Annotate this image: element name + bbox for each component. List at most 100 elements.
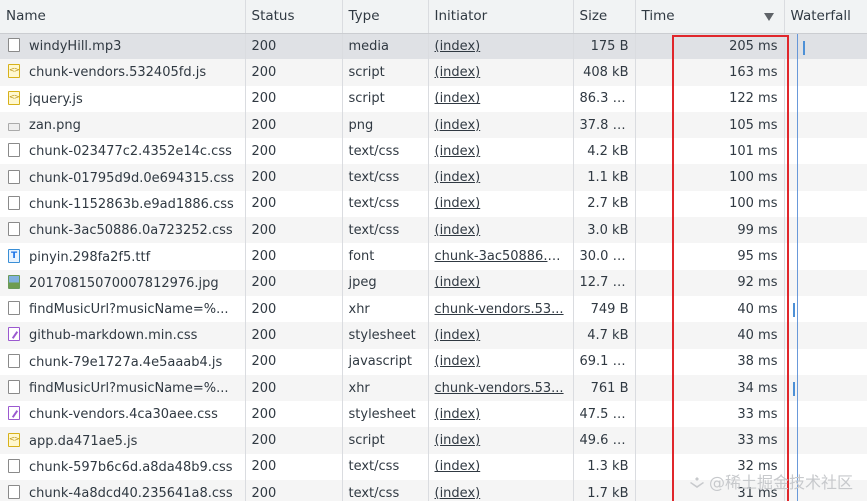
initiator-link[interactable]: (index) [435,65,481,80]
cell-waterfall [784,243,867,270]
table-row[interactable]: app.da471ae5.js 200 script (index) 49.6 … [0,427,867,454]
cell-name[interactable]: jquery.js [0,85,246,112]
request-name: chunk-vendors.532405fd.js [29,65,207,81]
initiator-link[interactable]: (index) [435,459,481,474]
cell-initiator: (index) [428,217,574,244]
cell-waterfall [784,164,867,191]
document-icon [8,38,20,53]
waterfall-grid-line [796,138,798,165]
table-row[interactable]: 20170815070007812976.jpg 200 jpeg (index… [0,269,867,296]
table-row[interactable]: chunk-vendors.532405fd.js 200 script (in… [0,59,867,86]
cell-time: 122 ms [635,85,785,112]
table-row[interactable]: chunk-01795d9d.0e694315.css 200 text/css… [0,164,867,191]
cell-name[interactable]: chunk-01795d9d.0e694315.css [0,164,246,191]
cell-name[interactable]: chunk-vendors.532405fd.js [0,59,246,86]
cell-status: 200 [245,59,343,86]
initiator-link[interactable]: (index) [435,275,481,290]
waterfall-grid-line [796,322,798,349]
cell-status: 200 [245,453,343,481]
cell-type: jpeg [342,269,429,296]
request-name: windyHill.mp3 [29,39,122,55]
table-row[interactable]: windyHill.mp3 200 media (index) 175 B 20… [0,33,867,60]
table-row[interactable]: jquery.js 200 script (index) 86.3 kB 122… [0,85,867,112]
initiator-link[interactable]: (index) [435,223,481,238]
initiator-link[interactable]: chunk-3ac50886.0... [435,249,569,264]
initiator-link[interactable]: (index) [435,39,481,54]
cell-time: 31 ms [635,480,785,501]
cell-time: 32 ms [635,453,785,481]
cell-size: 86.3 kB [573,85,636,112]
request-name: chunk-3ac50886.0a723252.css [29,223,233,239]
cell-status: 200 [245,427,343,454]
cell-status: 200 [245,138,343,165]
cell-name[interactable]: chunk-023477c2.4352e14c.css [0,138,246,165]
waterfall-bar [786,171,789,186]
column-header-initiator[interactable]: Initiator [428,0,574,34]
column-header-name[interactable]: Name [0,0,246,34]
cell-type: text/css [342,217,429,244]
initiator-link[interactable]: (index) [435,170,481,185]
cell-status: 200 [245,164,343,191]
document-icon [8,485,20,500]
table-row[interactable]: pinyin.298fa2f5.ttf 200 font chunk-3ac50… [0,243,867,270]
table-row[interactable]: chunk-023477c2.4352e14c.css 200 text/css… [0,138,867,165]
column-header-status[interactable]: Status [245,0,343,34]
cell-waterfall [784,111,867,139]
cell-initiator: (index) [428,190,574,218]
initiator-link[interactable]: (index) [435,118,481,133]
table-row[interactable]: zan.png 200 png (index) 37.8 kB 105 ms [0,111,867,139]
table-row[interactable]: chunk-vendors.4ca30aee.css 200 styleshee… [0,401,867,428]
initiator-link[interactable]: (index) [435,407,481,422]
initiator-link[interactable]: (index) [435,486,481,501]
cell-name[interactable]: findMusicUrl?musicName=%... [0,295,246,323]
cell-initiator: (index) [428,111,574,139]
initiator-link[interactable]: (index) [435,91,481,106]
table-row[interactable]: github-markdown.min.css 200 stylesheet (… [0,322,867,349]
column-header-time[interactable]: Time [635,0,785,34]
waterfall-grid-line [796,243,798,270]
cell-name[interactable]: chunk-79e1727a.4e5aaab4.js [0,348,246,375]
initiator-link[interactable]: chunk-vendors.53... [435,302,564,317]
cell-name[interactable]: windyHill.mp3 [0,33,246,60]
cell-type: script [342,59,429,86]
initiator-link[interactable]: (index) [435,433,481,448]
request-name: 20170815070007812976.jpg [29,275,219,291]
cell-name[interactable]: 20170815070007812976.jpg [0,269,246,296]
table-row[interactable]: findMusicUrl?musicName=%... 200 xhr chun… [0,374,867,402]
cell-name[interactable]: chunk-3ac50886.0a723252.css [0,217,246,244]
cell-name[interactable]: pinyin.298fa2f5.ttf [0,243,246,270]
table-row[interactable]: chunk-3ac50886.0a723252.css 200 text/css… [0,217,867,244]
initiator-link[interactable]: (index) [435,196,481,211]
cell-time: 163 ms [635,59,785,86]
table-row[interactable]: chunk-597b6c6d.a8da48b9.css 200 text/css… [0,453,867,481]
cell-name[interactable]: findMusicUrl?musicName=%... [0,374,246,402]
initiator-link[interactable]: (index) [435,354,481,369]
cell-name[interactable]: app.da471ae5.js [0,427,246,454]
table-row[interactable]: chunk-4a8dcd40.235641a8.css 200 text/css… [0,480,867,501]
cell-name[interactable]: chunk-1152863b.e9ad1886.css [0,190,246,218]
cell-name[interactable]: zan.png [0,111,246,139]
waterfall-grid-line [796,269,798,296]
table-row[interactable]: chunk-79e1727a.4e5aaab4.js 200 javascrip… [0,348,867,375]
cell-initiator: chunk-vendors.53... [428,295,574,323]
cell-name[interactable]: chunk-597b6c6d.a8da48b9.css [0,453,246,481]
waterfall-bar [786,487,789,501]
cell-name[interactable]: chunk-4a8dcd40.235641a8.css [0,480,246,501]
table-row[interactable]: chunk-1152863b.e9ad1886.css 200 text/css… [0,190,867,218]
column-header-waterfall[interactable]: Waterfall [784,0,867,34]
initiator-link[interactable]: (index) [435,144,481,159]
cell-name[interactable]: chunk-vendors.4ca30aee.css [0,401,246,428]
waterfall-grid-line [796,59,798,86]
cell-status: 200 [245,85,343,112]
initiator-link[interactable]: chunk-vendors.53... [435,381,564,396]
cell-name[interactable]: github-markdown.min.css [0,322,246,349]
waterfall-grid-line [796,111,798,139]
initiator-link[interactable]: (index) [435,328,481,343]
sort-descending-icon[interactable] [763,13,774,21]
photo-icon [8,274,20,289]
table-row[interactable]: findMusicUrl?musicName=%... 200 xhr chun… [0,295,867,323]
waterfall-bar [792,302,795,317]
column-header-type[interactable]: Type [342,0,429,34]
cell-time: 92 ms [635,269,785,296]
column-header-size[interactable]: Size [573,0,636,34]
